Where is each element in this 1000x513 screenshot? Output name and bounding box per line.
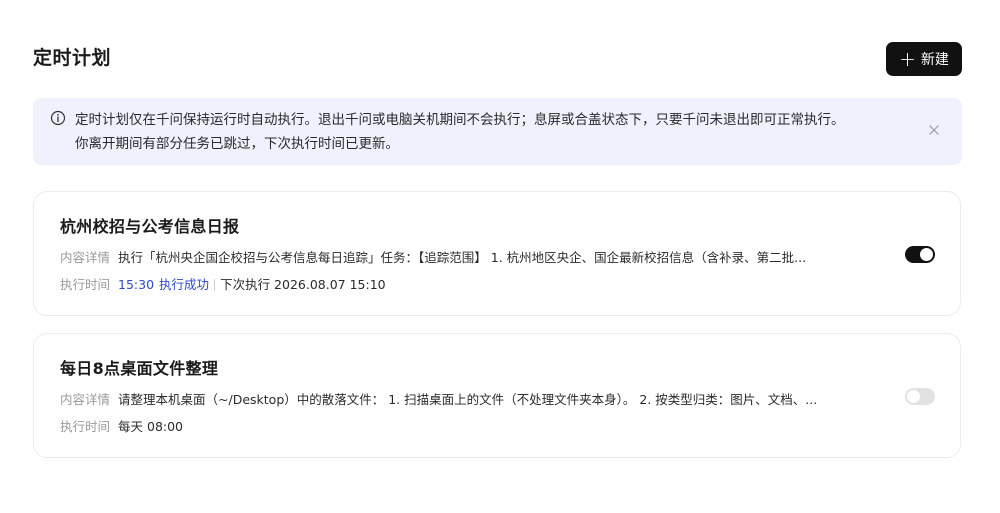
next-run-time: 下次执行 2026.08.07 15:10 <box>220 277 386 292</box>
new-plan-button-label: 新建 <box>920 52 949 68</box>
time-label: 执行时间 <box>60 419 111 434</box>
plan-card-desktop-cleanup[interactable]: 每日8点桌面文件整理 内容详情 请整理本机桌面（~/Desktop）中的散落文件… <box>33 333 961 458</box>
schedule-value: 每天 08:00 <box>118 419 184 434</box>
detail-label: 内容详情 <box>60 392 111 407</box>
detail-value: 执行「杭州央企国企校招与公考信息每日追踪」任务：【追踪范围】 1. 杭州地区央企… <box>118 250 807 265</box>
plan-title: 每日8点桌面文件整理 <box>60 359 219 378</box>
detail-label: 内容详情 <box>60 250 111 265</box>
info-notice-banner: 定时计划仅在千问保持运行时自动执行。退出千问或电脑关机期间不会执行；息屏或合盖状… <box>33 98 962 165</box>
divider <box>214 279 216 291</box>
last-run-time: 15:30 <box>118 277 155 292</box>
new-plan-button[interactable]: + 新建 <box>886 42 962 76</box>
plan-enable-toggle[interactable] <box>905 246 935 263</box>
plan-card-hangzhou-recruitment[interactable]: 杭州校招与公考信息日报 内容详情 执行「杭州央企国企校招与公考信息每日追踪」任务… <box>33 191 961 316</box>
close-icon[interactable] <box>928 124 940 136</box>
info-icon <box>50 110 66 126</box>
plan-time-row: 执行时间 每天 08:00 <box>60 417 183 437</box>
plan-detail-row: 内容详情 执行「杭州央企国企校招与公考信息每日追踪」任务：【追踪范围】 1. 杭… <box>60 248 806 268</box>
notice-text-line-2: 你离开期间有部分任务已跳过，下次执行时间已更新。 <box>75 136 399 152</box>
plus-icon: + <box>899 47 916 71</box>
scheduled-plans-page: 定时计划 + 新建 定时计划仅在千问保持运行时自动执行。退出千问或电脑关机期间不… <box>0 0 1000 513</box>
plan-detail-row: 内容详情 请整理本机桌面（~/Desktop）中的散落文件： 1. 扫描桌面上的… <box>60 390 817 410</box>
notice-text-line-1: 定时计划仅在千问保持运行时自动执行。退出千问或电脑关机期间不会执行；息屏或合盖状… <box>75 112 845 128</box>
plan-enable-toggle[interactable] <box>905 388 935 405</box>
toggle-knob <box>920 248 933 261</box>
time-label: 执行时间 <box>60 277 111 292</box>
plan-time-row: 执行时间 15:30 执行成功 下次执行 2026.08.07 15:10 <box>60 275 386 295</box>
page-title: 定时计划 <box>33 47 112 69</box>
plan-title: 杭州校招与公考信息日报 <box>60 217 240 236</box>
last-run-status: 执行成功 <box>159 277 210 292</box>
toggle-knob <box>907 390 920 403</box>
detail-value: 请整理本机桌面（~/Desktop）中的散落文件： 1. 扫描桌面上的文件（不处… <box>118 392 818 407</box>
